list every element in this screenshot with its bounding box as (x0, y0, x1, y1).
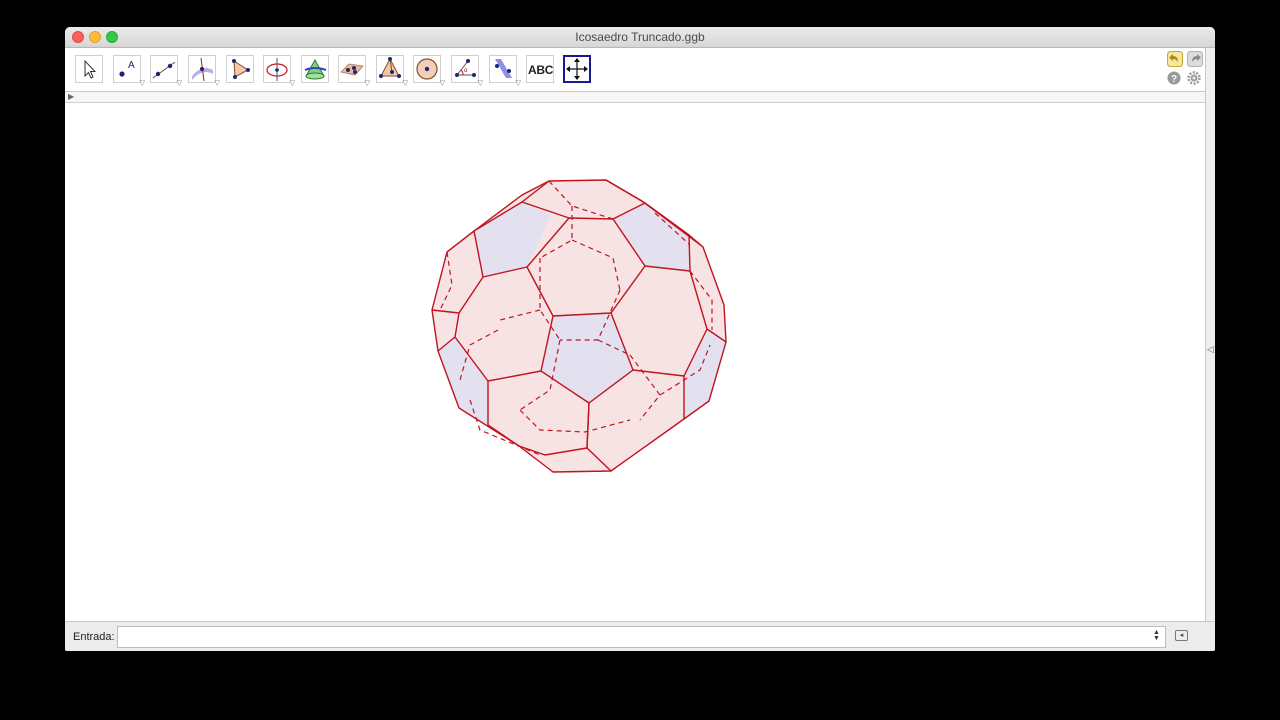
reflect-tool[interactable]: ▽ (489, 55, 521, 87)
gear-icon (1187, 71, 1201, 85)
svg-text:A: A (128, 60, 135, 71)
truncated-icosahedron[interactable] (65, 103, 1205, 621)
view-panel-bar[interactable]: ▶ (65, 92, 1205, 103)
undo-icon (1167, 51, 1183, 67)
polyhedron-faces (432, 180, 726, 472)
sphere-icon (416, 58, 438, 80)
point-icon: A (119, 60, 135, 77)
keyboard-icon[interactable]: ◂ (1175, 630, 1188, 641)
move-arrows-icon (566, 58, 588, 80)
text-tool-label: ABC (528, 63, 554, 77)
pyramid-icon (379, 57, 401, 78)
help-button[interactable]: ? (1167, 71, 1181, 85)
undo-button[interactable] (1167, 51, 1183, 67)
line-icon (152, 61, 176, 79)
expand-panel-icon[interactable]: ▶ (68, 92, 74, 102)
point-tool[interactable]: A ▽ (113, 55, 145, 87)
circle-axis-icon (266, 58, 288, 81)
circle-axis-tool[interactable]: ▽ (263, 55, 295, 87)
svg-text:α: α (464, 68, 468, 74)
polygon-icon (232, 59, 250, 79)
window-title: Icosaedro Truncado.ggb (575, 30, 705, 44)
input-bar: Entrada: ▲ ▼ ◂ (65, 621, 1215, 651)
pyramid-tool[interactable]: ▽ (376, 55, 408, 87)
cursor-arrow-icon (84, 59, 97, 79)
svg-text:?: ? (1171, 74, 1177, 85)
reflect-icon (495, 59, 512, 78)
input-history-stepper[interactable]: ▲ ▼ (1153, 629, 1160, 642)
perpendicular-line-icon (192, 57, 213, 82)
right-panel-strip[interactable]: ◁ (1205, 48, 1215, 621)
plane-icon (340, 63, 364, 76)
perpendicular-line-tool[interactable]: ▽ (188, 55, 220, 87)
intersect-surfaces-tool[interactable] (301, 55, 329, 83)
move-tool[interactable] (75, 55, 103, 83)
sphere-tool[interactable]: ▽ (413, 55, 445, 87)
text-tool[interactable]: ABC (526, 55, 554, 83)
plane-tool[interactable]: ▽ (338, 55, 370, 87)
redo-icon (1187, 51, 1203, 67)
angle-tool[interactable]: α ▽ (451, 55, 483, 87)
redo-button[interactable] (1187, 51, 1203, 67)
help-icon: ? (1167, 71, 1181, 85)
command-input[interactable] (117, 626, 1166, 648)
cone-intersection-icon (304, 58, 327, 80)
toolbar: A ▽ ▽ ▽ ▽ ▽ ▽ ▽ α ▽ ▽ ABC ? (65, 48, 1205, 91)
polygon-tool[interactable] (226, 55, 254, 83)
move-graphics-view-tool[interactable] (563, 55, 591, 83)
graphics-3d-view[interactable] (65, 103, 1205, 621)
app-window: Icosaedro Truncado.ggb A ▽ ▽ ▽ ▽ ▽ ▽ ▽ α… (65, 27, 1215, 651)
line-tool[interactable]: ▽ (150, 55, 182, 87)
title-bar[interactable]: Icosaedro Truncado.ggb (65, 27, 1215, 48)
angle-icon: α (455, 59, 476, 77)
input-bar-label: Entrada: (73, 631, 115, 643)
settings-button[interactable] (1187, 71, 1201, 85)
collapse-panel-icon[interactable]: ◁ (1207, 344, 1214, 355)
